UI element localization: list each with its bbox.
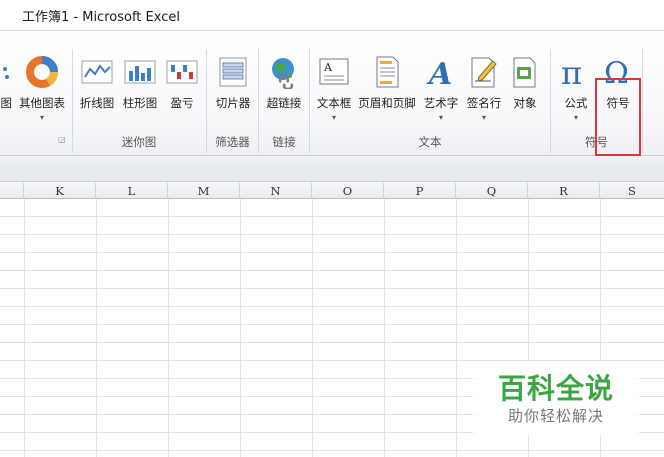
textbox-button[interactable]: A 文本框 ▾ [312, 53, 356, 139]
hyperlink-button[interactable]: 超链接 [261, 53, 307, 139]
formula-bar-area [0, 156, 664, 181]
hyperlink-label: 超链接 [266, 96, 302, 110]
signature-line-icon [471, 57, 497, 88]
column-header-row: K L M N O P Q R S [0, 181, 664, 199]
header-footer-button[interactable]: 页眉和页脚 [356, 53, 418, 139]
chevron-down-icon: ▾ [331, 113, 336, 122]
group-label-links: 链接 [272, 135, 296, 149]
gridline [240, 199, 241, 457]
object-button[interactable]: 对象 [506, 53, 544, 139]
group-separator [642, 49, 643, 153]
gridline [456, 199, 457, 457]
wordart-label: 艺术字 [423, 96, 459, 110]
column-header-K[interactable]: K [24, 183, 96, 199]
signature-line-button[interactable]: 签名行 ▾ [463, 53, 505, 139]
column-header-O[interactable]: O [312, 183, 384, 199]
column-header-L[interactable]: L [96, 183, 168, 199]
chevron-down-icon: ▾ [39, 113, 44, 122]
wordart-button[interactable]: A 艺术字 ▾ [420, 53, 462, 139]
equation-label: 公式 [564, 96, 588, 110]
sparkline-winloss-icon [166, 60, 198, 84]
wordart-icon: A [426, 57, 452, 89]
sparkline-line-icon [81, 60, 113, 84]
pi-icon: π [561, 55, 582, 89]
svg-text:A: A [323, 61, 333, 74]
doughnut-chart-icon [26, 56, 59, 88]
sparkline-line-button[interactable]: 折线图 [76, 53, 118, 139]
gridline [24, 199, 25, 457]
column-header-P[interactable]: P [384, 183, 456, 199]
svg-text:A: A [426, 57, 452, 89]
column-header-partial[interactable] [0, 183, 24, 199]
ribbon-insert-tab: 图 其他图表 ▾ ◲ 折线图 柱形图 盈亏 切片器 超链接 A 文本框 ▾ 页眉… [0, 30, 664, 156]
object-label: 对象 [513, 96, 537, 110]
gridline [96, 199, 97, 457]
signature-line-label: 签名行 [466, 96, 502, 110]
dialog-launcher-icon[interactable]: ◲ [58, 135, 66, 144]
watermark-title: 百科全说 [497, 372, 614, 405]
chevron-down-icon: ▾ [438, 113, 443, 122]
group-label-sparklines: 迷你图 [121, 135, 157, 149]
header-footer-label: 页眉和页脚 [358, 96, 416, 110]
hyperlink-globe-icon [272, 58, 294, 89]
sparkline-column-label: 柱形图 [122, 96, 158, 110]
slicer-label: 切片器 [215, 96, 251, 110]
svg-text:π: π [561, 55, 582, 89]
column-header-S[interactable]: S [600, 183, 664, 199]
gridline [168, 199, 169, 457]
gridline [312, 199, 313, 457]
gridline [384, 199, 385, 457]
sparkline-line-label: 折线图 [79, 96, 115, 110]
sparkline-winloss-button[interactable]: 盈亏 [162, 53, 202, 139]
column-header-R[interactable]: R [528, 183, 600, 199]
sparkline-winloss-label: 盈亏 [170, 96, 194, 110]
textbox-label: 文本框 [316, 96, 352, 110]
watermark: 百科全说 助你轻松解决 [473, 361, 639, 436]
chart-button-partial-label: 图 [0, 96, 13, 110]
column-header-M[interactable]: M [168, 183, 240, 199]
watermark-subtitle: 助你轻松解决 [507, 407, 604, 425]
chart-button-partial[interactable]: 图 [0, 53, 14, 139]
equation-button[interactable]: π 公式 ▾ [556, 53, 596, 139]
title-bar: 工作簿1 - Microsoft Excel [0, 0, 664, 30]
window-title: 工作簿1 - Microsoft Excel [22, 10, 180, 25]
chevron-down-icon: ▾ [481, 113, 486, 122]
slicer-icon [219, 57, 247, 87]
column-header-Q[interactable]: Q [456, 183, 528, 199]
textbox-icon: A [319, 58, 349, 85]
column-header-N[interactable]: N [240, 183, 312, 199]
other-charts-label: 其他图表 [19, 96, 65, 110]
group-label-filter: 筛选器 [215, 135, 250, 149]
other-charts-button[interactable]: 其他图表 ▾ [14, 53, 70, 139]
sparkline-column-icon [124, 60, 156, 84]
group-label-text: 文本 [418, 135, 442, 149]
chevron-down-icon: ▾ [573, 113, 578, 122]
header-footer-icon [376, 56, 399, 88]
object-icon [513, 57, 536, 88]
slicer-button[interactable]: 切片器 [210, 53, 256, 139]
group-label-symbols: 符号 [585, 135, 608, 149]
sparkline-column-button[interactable]: 柱形图 [119, 53, 161, 139]
